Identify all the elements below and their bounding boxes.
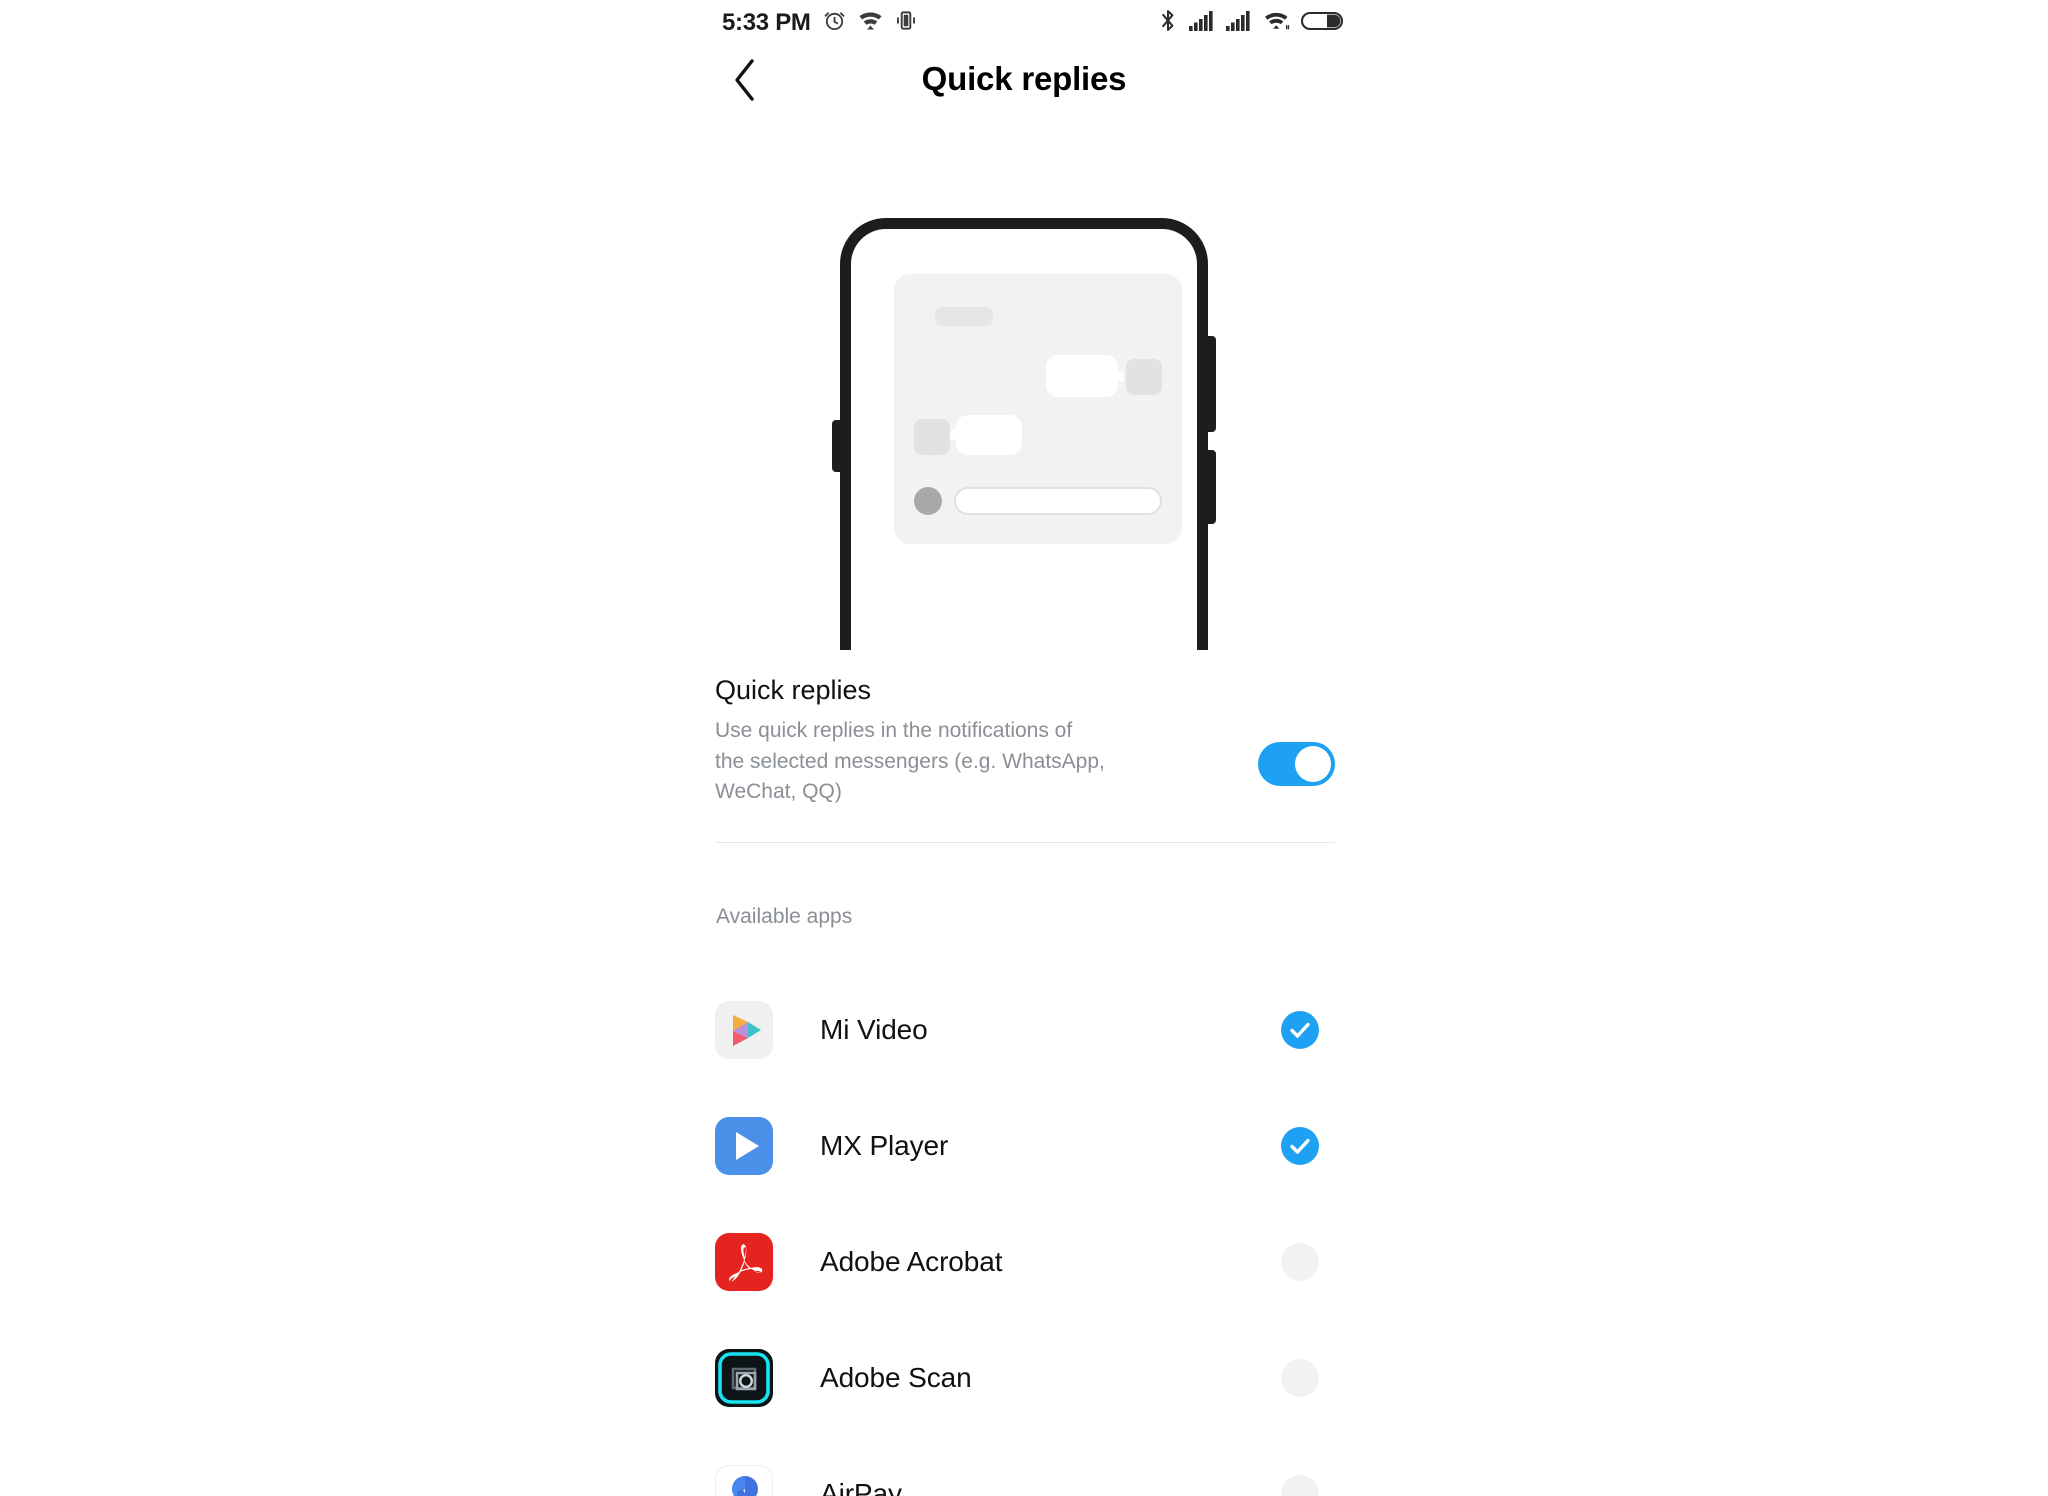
app-row-mi-video[interactable]: Mi Video: [715, 972, 1335, 1088]
wifi-icon: [1263, 9, 1290, 37]
app-checkbox-mi-video[interactable]: [1281, 1011, 1319, 1049]
mi-video-icon: [715, 1001, 773, 1059]
app-name: Adobe Scan: [820, 1362, 972, 1393]
avatar-left-graphic: [914, 419, 950, 455]
signal-sim1-icon: [1189, 10, 1215, 37]
incoming-bubble-graphic: [950, 415, 1022, 455]
app-name: MX Player: [820, 1130, 949, 1161]
avatar-right-graphic: [1126, 359, 1162, 395]
bluetooth-icon: [1158, 8, 1178, 38]
quick-replies-setting-title: Quick replies: [715, 675, 872, 705]
quick-replies-toggle[interactable]: [1258, 742, 1335, 786]
app-checkbox-adobe-acrobat[interactable]: [1281, 1243, 1319, 1281]
quick-replies-setting-text: Quick replies Use quick replies in the n…: [715, 674, 1215, 808]
reply-avatar-graphic: [914, 487, 942, 515]
battery-icon: [1300, 9, 1345, 38]
phone-power-button-graphic: [1207, 450, 1216, 524]
phone-frame-icon: [840, 218, 1208, 650]
app-checkbox-adobe-scan[interactable]: [1281, 1359, 1319, 1397]
mx-player-icon: [715, 1117, 773, 1175]
app-row-adobe-acrobat[interactable]: Adobe Acrobat: [715, 1204, 1335, 1320]
page-title: Quick replies: [921, 60, 1127, 97]
vibrate-icon: [895, 9, 917, 37]
available-apps-list: Mi Video MX Player Adobe Acrobat Adobe S…: [715, 972, 1335, 1496]
notification-card-graphic: [894, 274, 1182, 544]
status-time: 5:33 PM: [722, 9, 811, 36]
app-checkbox-airpay[interactable]: [1281, 1475, 1319, 1496]
toggle-knob: [1295, 746, 1331, 782]
app-name: AirPay: [820, 1478, 902, 1496]
status-bar-right: [1158, 0, 1345, 46]
app-bar: Quick replies: [0, 46, 2048, 118]
reply-input-graphic: [954, 487, 1162, 515]
available-apps-label: Available apps: [716, 905, 853, 928]
outgoing-bubble-graphic: [1046, 355, 1124, 397]
quick-replies-setting-description: Use quick replies in the notifications o…: [715, 719, 1105, 804]
status-bar: 5:33 PM: [0, 0, 2048, 46]
app-name: Mi Video: [820, 1014, 928, 1045]
phone-left-button-graphic: [832, 420, 841, 472]
phone-volume-button-graphic: [1207, 336, 1216, 432]
adobe-scan-icon: [715, 1349, 773, 1407]
app-row-mx-player[interactable]: MX Player: [715, 1088, 1335, 1204]
quick-replies-setting-row[interactable]: Quick replies Use quick replies in the n…: [715, 674, 1335, 808]
signal-sim2-icon: [1226, 10, 1252, 37]
notification-title-placeholder: [935, 307, 993, 326]
app-row-adobe-scan[interactable]: Adobe Scan: [715, 1320, 1335, 1436]
quick-replies-illustration: [832, 218, 1216, 650]
status-bar-left: 5:33 PM: [722, 0, 917, 46]
app-name: Adobe Acrobat: [820, 1246, 1003, 1277]
app-row-airpay[interactable]: AirPay: [715, 1436, 1335, 1496]
airpay-icon: [715, 1465, 773, 1496]
wifi-hotspot-icon: [858, 9, 883, 37]
app-checkbox-mx-player[interactable]: [1281, 1127, 1319, 1165]
adobe-acrobat-icon: [715, 1233, 773, 1291]
section-divider: [715, 842, 1335, 843]
phone-screen: 5:33 PM Quick replies Quick replies Use …: [0, 0, 2048, 1496]
alarm-icon: [823, 9, 846, 37]
